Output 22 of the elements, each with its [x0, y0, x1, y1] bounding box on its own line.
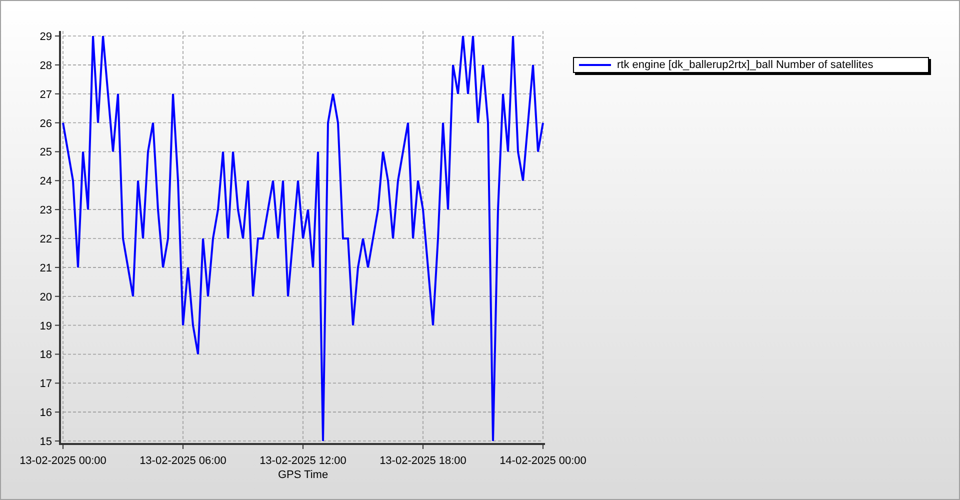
y-tick-label: 21	[40, 262, 52, 274]
y-tick-label: 29	[40, 31, 52, 43]
y-tick-label: 28	[40, 60, 52, 72]
y-tick-label: 27	[40, 88, 52, 101]
y-tick-label: 15	[40, 436, 52, 448]
legend-label: rtk engine [dk_ballerup2rtx]_ball Number of satellites	[617, 60, 874, 70]
x-tick-label: 13-02-2025 12:00	[260, 455, 346, 467]
y-tick-label: 19	[40, 320, 52, 332]
x-axis-title: GPS Time	[278, 469, 328, 481]
y-tick-label: 25	[40, 146, 52, 159]
x-tick-label: 14-02-2025 00:00	[500, 455, 586, 467]
x-tick-label: 13-02-2025 00:00	[20, 455, 106, 467]
y-tick-label: 20	[40, 291, 52, 304]
y-tick-label: 17	[40, 378, 52, 390]
x-tick-label: 13-02-2025 18:00	[380, 455, 466, 467]
y-tick-label: 22	[40, 234, 52, 246]
y-tick-label: 18	[40, 349, 52, 362]
y-tick-label: 16	[40, 407, 52, 420]
x-tick-label: 13-02-2025 06:00	[140, 455, 226, 467]
y-tick-label: 24	[40, 176, 52, 188]
y-tick-label: 23	[40, 204, 52, 217]
y-tick-label: 26	[40, 118, 52, 130]
